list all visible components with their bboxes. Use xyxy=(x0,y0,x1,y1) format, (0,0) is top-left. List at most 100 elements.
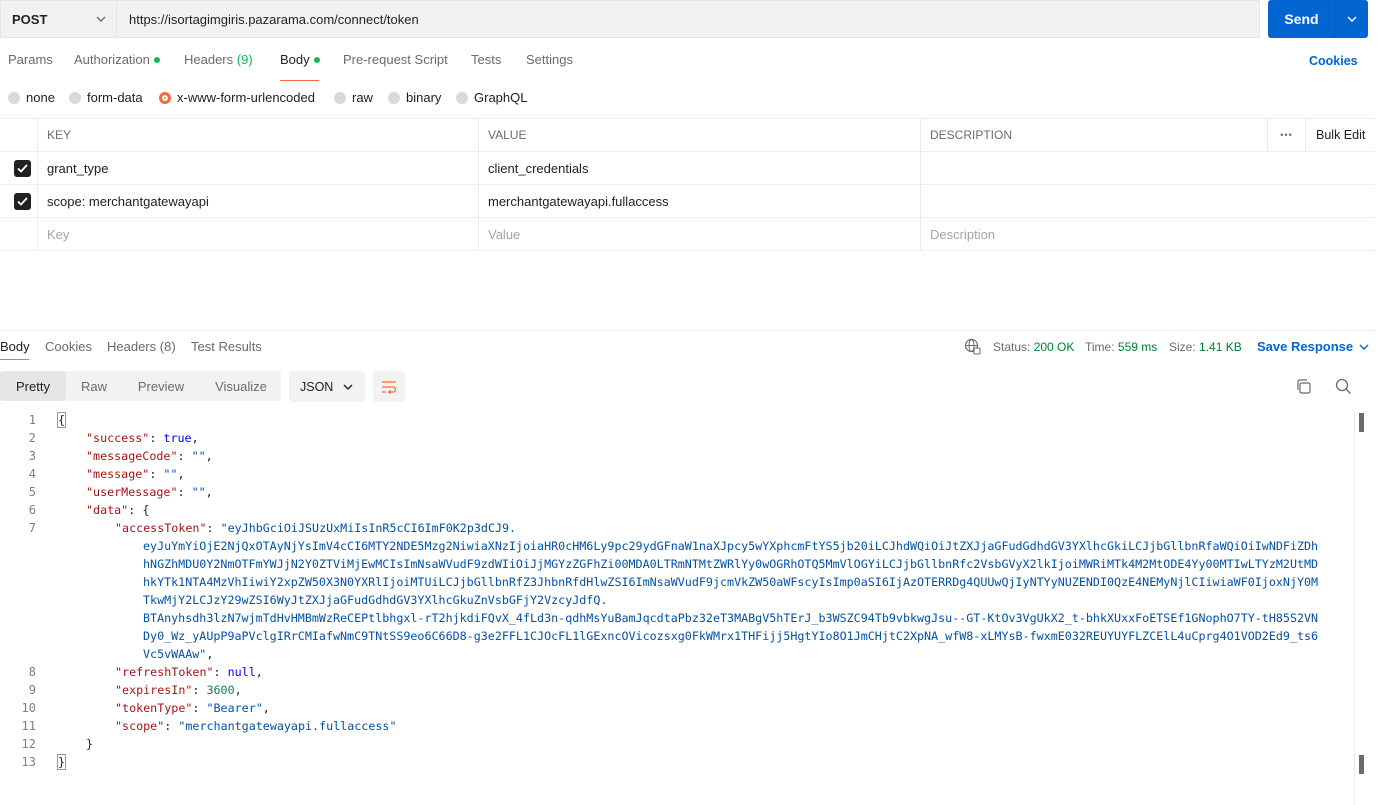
close-brace: } xyxy=(86,737,94,751)
line-number: 9 xyxy=(28,683,36,697)
active-dot xyxy=(153,56,160,63)
line-number: 3 xyxy=(28,449,36,463)
json-value: "" xyxy=(191,449,206,463)
method-value: POST xyxy=(12,11,48,27)
time-readout[interactable]: Time: 559 ms xyxy=(1085,340,1157,354)
copy-icon[interactable] xyxy=(1295,378,1312,395)
param-value-cell[interactable]: merchantgatewayapi.fullaccess xyxy=(478,185,920,217)
tab-tests[interactable]: Tests xyxy=(471,52,501,67)
radio-x-www-form-urlencoded[interactable]: x-www-form-urlencoded xyxy=(159,90,315,105)
json-value: "Bearer" xyxy=(206,701,263,715)
response-tab-headers[interactable]: Headers (8) xyxy=(107,339,176,354)
status-value: 200 OK xyxy=(1033,340,1075,354)
radio-circle-selected xyxy=(159,91,171,104)
check-icon xyxy=(17,196,28,206)
token-segment: BTAnyhsdh3lzN7wjmTdHvHMBmWzReCEPtlbhgxl-… xyxy=(143,611,1319,625)
json-value: "merchantgatewayapi.fullaccess" xyxy=(178,719,397,733)
code-line: "message": "", xyxy=(86,467,185,481)
line-number: 6 xyxy=(28,503,36,517)
url-input[interactable]: https://isortagimgiris.pazarama.com/conn… xyxy=(116,0,1260,38)
open-brace: { xyxy=(56,412,67,428)
json-key: "refreshToken" xyxy=(115,665,214,679)
tab-headers[interactable]: Headers (9) xyxy=(184,52,253,67)
response-tab-test-results[interactable]: Test Results xyxy=(191,339,262,354)
row-checkbox-cell xyxy=(0,218,37,250)
size-readout[interactable]: Size: 1.41 KB xyxy=(1169,340,1242,354)
radio-none[interactable]: none xyxy=(8,90,55,105)
radio-binary[interactable]: binary xyxy=(388,90,441,105)
view-pretty-button[interactable]: Pretty xyxy=(0,371,66,401)
bulk-edit-button[interactable]: Bulk Edit xyxy=(1305,119,1375,151)
new-key-input[interactable]: Key xyxy=(37,218,478,250)
radio-circle xyxy=(334,91,346,104)
send-options-button[interactable] xyxy=(1336,14,1368,24)
table-row-new: Key Value Description xyxy=(0,218,1375,251)
json-value: true xyxy=(163,431,192,445)
param-key-cell[interactable]: scope: merchantgatewayapi xyxy=(37,185,478,217)
tab-params[interactable]: Params xyxy=(8,52,53,67)
code-line: { xyxy=(56,412,67,428)
view-raw-button[interactable]: Raw xyxy=(66,371,122,401)
json-key: "messageCode" xyxy=(86,449,178,463)
json-key: "expiresIn" xyxy=(115,683,193,697)
method-select[interactable]: POST xyxy=(0,0,116,38)
more-options-button[interactable]: ••• xyxy=(1267,119,1305,151)
row-checkbox[interactable] xyxy=(14,192,31,210)
radio-circle xyxy=(388,91,400,104)
radio-graphql[interactable]: GraphQL xyxy=(456,90,527,105)
active-dot xyxy=(313,56,320,63)
tab-authorization[interactable]: Authorization xyxy=(74,52,160,67)
param-description-cell[interactable] xyxy=(920,185,1267,217)
json-key: "scope" xyxy=(115,719,165,733)
param-key-cell[interactable]: grant_type xyxy=(37,152,478,184)
new-value-input[interactable]: Value xyxy=(478,218,920,250)
tab-pre-request-script[interactable]: Pre-request Script xyxy=(343,52,448,67)
token-segment: eyJuYmYiOjE2NjQxOTAyNjYsImV4cCI6MTY2NDE5… xyxy=(143,539,1319,553)
tab-label: Pre-request Script xyxy=(343,52,448,67)
scrollbar-marker-top[interactable] xyxy=(1359,413,1364,432)
radio-label: form-data xyxy=(87,90,143,105)
json-key: "userMessage" xyxy=(86,485,178,499)
param-description-cell[interactable] xyxy=(920,152,1267,184)
request-bar: POST https://isortagimgiris.pazarama.com… xyxy=(0,0,1383,38)
chevron-down-icon xyxy=(1347,16,1357,22)
radio-form-data[interactable]: form-data xyxy=(69,90,143,105)
save-response-button[interactable]: Save Response xyxy=(1257,339,1369,354)
search-icon[interactable] xyxy=(1335,378,1352,395)
time-value: 559 ms xyxy=(1117,340,1158,354)
new-description-input[interactable]: Description xyxy=(920,218,1267,250)
code-line: "success": true, xyxy=(86,431,199,445)
scrollbar-marker-bottom[interactable] xyxy=(1359,755,1364,774)
tab-body[interactable]: Body xyxy=(280,52,320,67)
send-button[interactable]: Send xyxy=(1268,0,1368,38)
globe-icon[interactable] xyxy=(964,338,981,355)
view-preview-button[interactable]: Preview xyxy=(126,371,196,401)
check-icon xyxy=(17,163,28,173)
cookies-link[interactable]: Cookies xyxy=(1309,54,1358,68)
wrap-lines-button[interactable] xyxy=(373,371,405,402)
url-text: https://isortagimgiris.pazarama.com/conn… xyxy=(129,11,419,27)
json-value: 3600 xyxy=(206,683,235,697)
column-header-value: VALUE xyxy=(478,119,920,151)
json-key: "message" xyxy=(86,467,150,481)
response-tab-body[interactable]: Body xyxy=(0,339,30,354)
json-value: "" xyxy=(163,467,178,481)
token-segment: Dy0_Wz_yAUpP9aPVclgIRrCMIafwNmC9TNtSS9eo… xyxy=(143,629,1319,643)
chevron-down-icon xyxy=(96,16,106,22)
tab-label: Params xyxy=(8,52,53,67)
json-key: "tokenType" xyxy=(115,701,193,715)
chevron-down-icon xyxy=(343,384,353,390)
response-tab-cookies[interactable]: Cookies xyxy=(45,339,92,354)
radio-raw[interactable]: raw xyxy=(334,90,373,105)
line-number: 7 xyxy=(28,521,36,535)
status-label: Status: xyxy=(993,340,1031,354)
param-value-cell[interactable]: client_credentials xyxy=(478,152,920,184)
view-visualize-button[interactable]: Visualize xyxy=(204,371,278,401)
token-segment: TkwMjY2LCJzY29wZSI6WyJtZXJjaGFudGdhdGV3Y… xyxy=(143,593,608,607)
token-segment: hkYTk1NTA4MzVhIiwiY2xpZW50X3N0YXRlIjoiMT… xyxy=(143,575,1319,589)
row-checkbox[interactable] xyxy=(14,159,31,177)
status-readout[interactable]: Status: 200 OK xyxy=(993,340,1074,354)
format-select[interactable]: JSON xyxy=(289,371,365,402)
scroll-track xyxy=(1354,413,1355,805)
tab-settings[interactable]: Settings xyxy=(526,52,573,67)
